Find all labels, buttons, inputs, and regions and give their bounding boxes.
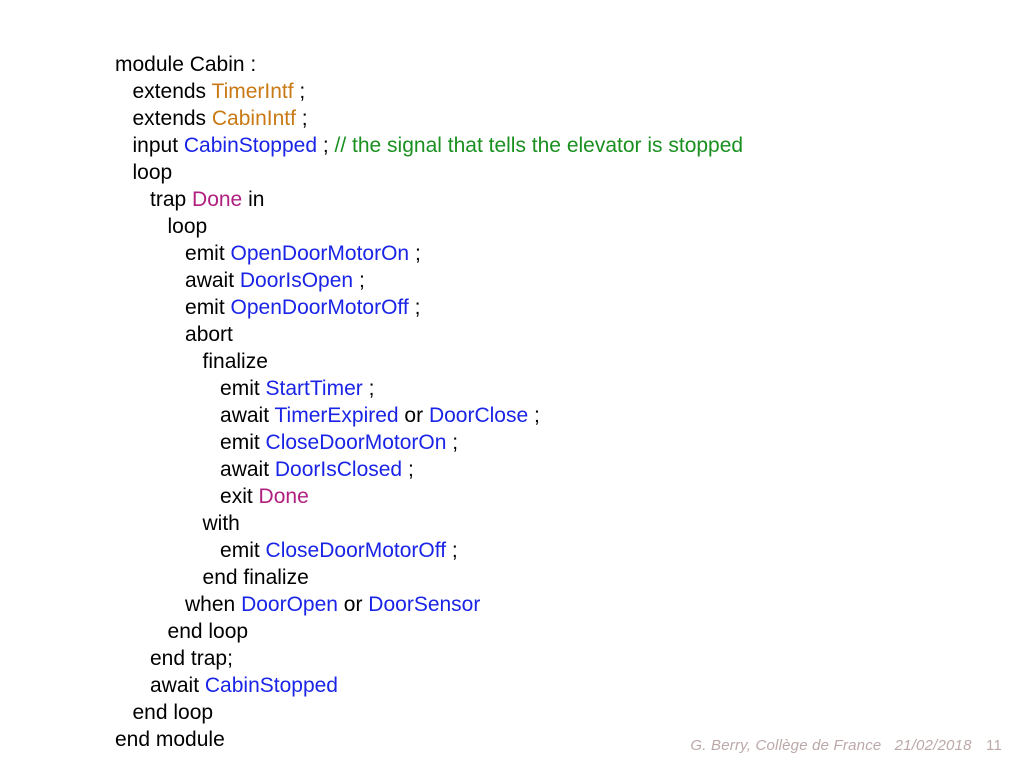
code-token: trap: [115, 188, 192, 211]
code-token: Done: [259, 485, 309, 508]
code-token: DoorIsOpen: [240, 269, 353, 292]
code-token: ;: [363, 377, 375, 400]
code-token: emit: [115, 431, 266, 454]
code-token: end loop: [115, 620, 248, 643]
code-token: abort: [115, 323, 233, 346]
code-token: extends: [115, 107, 212, 130]
footer-page: 11: [986, 737, 1002, 754]
code-token: extends: [115, 80, 212, 103]
code-token: in: [242, 188, 264, 211]
footer-date: 21/02/2018: [895, 737, 972, 754]
code-token: loop: [115, 161, 172, 184]
slide: module Cabin : extends TimerIntf ; exten…: [0, 0, 1024, 768]
code-token: ;: [409, 242, 421, 265]
code-token: CloseDoorMotorOn: [266, 431, 447, 454]
code-comment: // the signal that tells the elevator is…: [335, 134, 744, 157]
code-token: CabinStopped: [205, 674, 338, 697]
code-token: ;: [353, 269, 365, 292]
code-token: loop: [115, 215, 207, 238]
code-token: await: [115, 404, 275, 427]
code-token: ;: [409, 296, 421, 319]
code-token: end loop: [115, 701, 213, 724]
code-token: ;: [317, 134, 335, 157]
code-token: ;: [446, 539, 458, 562]
code-token: or: [338, 593, 368, 616]
code-token: OpenDoorMotorOn: [231, 242, 410, 265]
code-token: with: [115, 512, 240, 535]
code-token: OpenDoorMotorOff: [231, 296, 409, 319]
code-token: module Cabin :: [115, 53, 256, 76]
code-token: or: [399, 404, 429, 427]
code-token: DoorSensor: [368, 593, 480, 616]
code-token: emit: [115, 539, 266, 562]
code-token: emit: [115, 242, 231, 265]
code-token: await: [115, 458, 275, 481]
code-token: exit: [115, 485, 259, 508]
code-token: Done: [192, 188, 242, 211]
code-token: when: [115, 593, 241, 616]
footer-author: G. Berry, Collège de France: [690, 737, 881, 754]
code-token: DoorIsClosed: [275, 458, 402, 481]
code-token: emit: [115, 377, 266, 400]
code-token: CabinStopped: [184, 134, 317, 157]
code-token: TimerIntf: [212, 80, 294, 103]
code-token: end trap;: [115, 647, 233, 670]
code-token: ;: [296, 107, 308, 130]
code-token: CloseDoorMotorOff: [266, 539, 447, 562]
code-token: DoorOpen: [241, 593, 338, 616]
code-block: module Cabin : extends TimerIntf ; exten…: [115, 24, 743, 753]
code-token: end finalize: [115, 566, 309, 589]
code-token: ;: [402, 458, 414, 481]
code-token: await: [115, 674, 205, 697]
code-token: TimerExpired: [275, 404, 399, 427]
code-token: StartTimer: [266, 377, 363, 400]
code-token: emit: [115, 296, 231, 319]
code-token: ;: [294, 80, 306, 103]
code-token: CabinIntf: [212, 107, 296, 130]
code-token: ;: [528, 404, 540, 427]
code-token: finalize: [115, 350, 268, 373]
footer: G. Berry, Collège de France 21/02/2018 1…: [690, 737, 1002, 754]
code-token: end module: [115, 728, 225, 751]
code-token: DoorClose: [429, 404, 528, 427]
code-token: await: [115, 269, 240, 292]
code-token: ;: [446, 431, 458, 454]
code-token: input: [115, 134, 184, 157]
